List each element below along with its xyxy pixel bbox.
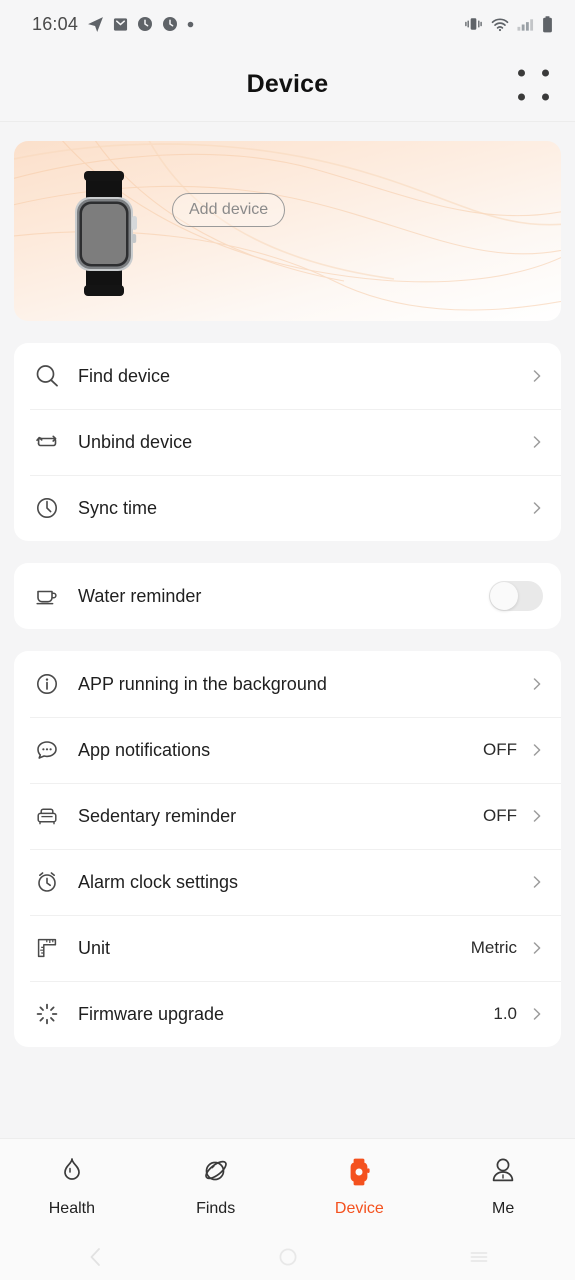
vibrate-icon xyxy=(465,18,482,30)
smartwatch-image xyxy=(66,171,142,297)
watch-icon xyxy=(342,1155,376,1194)
clock-icon xyxy=(163,17,178,31)
row-label: Unbind device xyxy=(78,431,193,452)
chevron-right-icon xyxy=(533,436,541,448)
row-alarm-clock-settings[interactable]: Alarm clock settings xyxy=(14,849,561,915)
status-bar-time: 16:04 xyxy=(32,13,79,34)
row-label: APP running in the background xyxy=(78,673,327,694)
home-circle-icon[interactable] xyxy=(192,1245,384,1269)
flame-icon xyxy=(55,1155,89,1194)
row-sedentary-reminder[interactable]: Sedentary reminder OFF xyxy=(14,783,561,849)
row-label: Sedentary reminder xyxy=(78,805,237,826)
row-sync-time[interactable]: Sync time xyxy=(14,475,561,541)
toggle-knob xyxy=(490,582,518,610)
row-value: Metric xyxy=(470,938,517,957)
chevron-right-icon xyxy=(533,876,541,888)
chevron-right-icon xyxy=(533,502,541,514)
grid-dot xyxy=(542,93,549,100)
nav-label: Device xyxy=(334,1200,384,1217)
search-icon xyxy=(30,359,64,393)
row-water-reminder[interactable]: Water reminder xyxy=(14,563,561,629)
telegram-plane-icon xyxy=(88,16,103,32)
wifi-icon xyxy=(491,17,509,31)
row-value: 1.0 xyxy=(493,1004,517,1023)
ruler-icon xyxy=(30,931,64,965)
settings-scroll-area: Add device Find device Unbind device Syn… xyxy=(0,123,575,1138)
cup-icon xyxy=(30,579,64,613)
page-title: Device xyxy=(246,70,329,98)
chat-icon xyxy=(30,733,64,767)
alarm-icon xyxy=(30,865,64,899)
bottom-navigation: Health Finds Device Me xyxy=(0,1138,575,1234)
status-bar-right xyxy=(464,15,553,33)
chevron-right-icon xyxy=(533,744,541,756)
row-label: Find device xyxy=(78,365,171,386)
row-label: Alarm clock settings xyxy=(78,871,239,892)
row-value: OFF xyxy=(483,806,517,825)
chevron-right-icon xyxy=(533,1008,541,1020)
chevron-right-icon xyxy=(533,810,541,822)
row-app-notifications[interactable]: App notifications OFF xyxy=(14,717,561,783)
nav-item-finds[interactable]: Finds xyxy=(144,1155,288,1218)
app-settings-card: APP running in the background App notifi… xyxy=(14,651,561,1047)
person-icon xyxy=(486,1155,520,1194)
sofa-icon xyxy=(30,799,64,833)
battery-icon xyxy=(543,15,552,32)
status-bar-left: 16:04 xyxy=(32,14,194,35)
spinner-icon xyxy=(30,997,64,1031)
mail-icon xyxy=(113,17,128,31)
chevron-right-icon xyxy=(533,942,541,954)
grid-dot xyxy=(518,93,525,100)
android-system-nav xyxy=(0,1234,575,1280)
nav-label: Me xyxy=(492,1200,515,1217)
grid-menu-icon[interactable] xyxy=(518,69,549,100)
add-device-button[interactable]: Add device xyxy=(172,193,286,227)
row-firmware-upgrade[interactable]: Firmware upgrade 1.0 xyxy=(14,981,561,1047)
row-label: App notifications xyxy=(78,739,211,760)
row-label: Firmware upgrade xyxy=(78,1003,225,1024)
dot-icon xyxy=(187,21,194,27)
back-chevron-icon[interactable] xyxy=(0,1245,192,1269)
row-app-running-background[interactable]: APP running in the background xyxy=(14,651,561,717)
device-actions-card: Find device Unbind device Sync time xyxy=(14,343,561,541)
chevron-right-icon xyxy=(533,370,541,382)
clock-icon xyxy=(30,491,64,525)
row-find-device[interactable]: Find device xyxy=(14,343,561,409)
row-label: Sync time xyxy=(78,497,158,518)
device-banner-card[interactable]: Add device xyxy=(14,141,561,321)
unbind-icon xyxy=(30,425,64,459)
nav-label: Finds xyxy=(196,1200,236,1217)
clock-icon xyxy=(138,17,153,31)
row-value: OFF xyxy=(483,740,517,759)
row-label: Unit xyxy=(78,937,111,958)
info-icon xyxy=(30,667,64,701)
row-unbind-device[interactable]: Unbind device xyxy=(14,409,561,475)
page-header: Device xyxy=(0,48,575,122)
status-bar: 16:04 xyxy=(0,0,575,48)
nav-item-device[interactable]: Device xyxy=(288,1155,432,1218)
recents-icon[interactable] xyxy=(383,1245,575,1269)
nav-item-health[interactable]: Health xyxy=(0,1155,144,1218)
water-reminder-toggle[interactable] xyxy=(489,581,543,611)
planet-icon xyxy=(199,1155,233,1194)
chevron-right-icon xyxy=(533,678,541,690)
grid-dot xyxy=(518,69,525,76)
grid-dot xyxy=(542,69,549,76)
nav-item-me[interactable]: Me xyxy=(431,1155,575,1218)
row-label: Water reminder xyxy=(78,585,202,606)
signal-icon xyxy=(517,18,534,31)
water-reminder-card: Water reminder xyxy=(14,563,561,629)
nav-label: Health xyxy=(48,1200,95,1217)
row-unit[interactable]: Unit Metric xyxy=(14,915,561,981)
